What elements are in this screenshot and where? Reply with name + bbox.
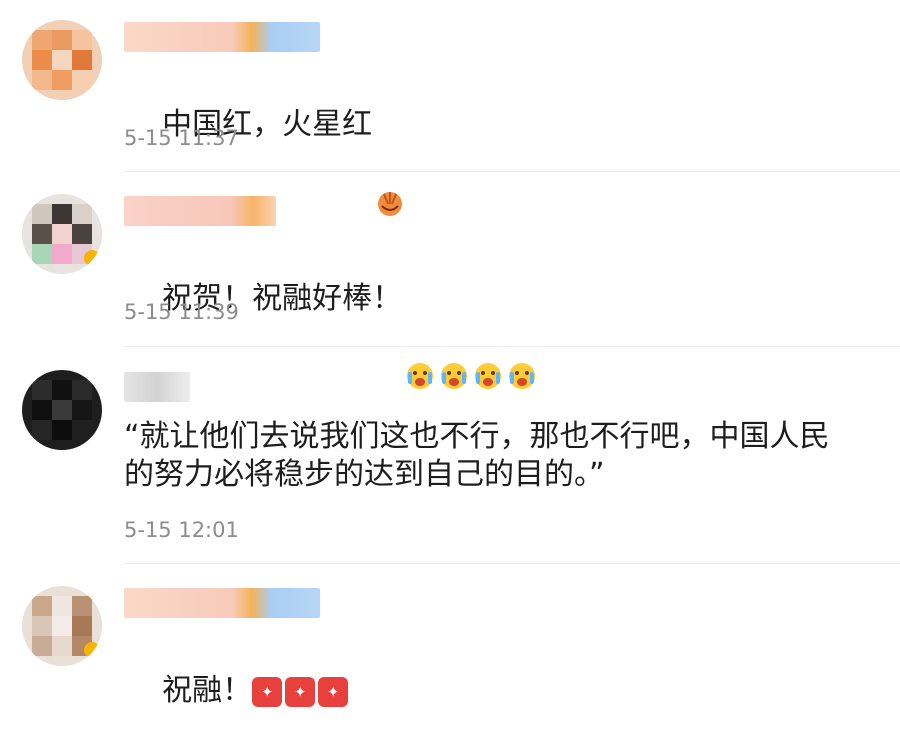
comment-text: “就让他们去说我们这也不行，那也不行吧，中国人民 的努力必将稳步的达到自己的目的… <box>124 419 830 492</box>
cheer-badge-icon: ✦ <box>252 676 283 707</box>
comment-time: 5-15 11:39 <box>124 300 239 324</box>
avatar[interactable] <box>22 370 102 450</box>
crying-face-icon <box>472 284 504 389</box>
cheer-badge-icon: ✦ <box>285 676 316 707</box>
cheer-badge-icon: ✦ <box>318 676 349 707</box>
clapping-hands-icon <box>374 110 406 216</box>
crying-face-icon <box>404 284 436 389</box>
divider <box>124 563 900 564</box>
vip-badge-icon <box>84 250 100 266</box>
avatar[interactable] <box>22 586 102 666</box>
comment-text: 中国红，火星红 <box>124 68 884 216</box>
divider <box>124 346 900 347</box>
vip-badge-icon <box>84 642 100 658</box>
comment-text: 祝贺！祝融好棒！ <box>124 242 884 389</box>
divider <box>124 171 900 172</box>
avatar[interactable] <box>22 20 102 100</box>
username-blurred[interactable] <box>124 588 320 618</box>
comment-time: 5-15 11:37 <box>124 126 239 150</box>
username-blurred[interactable] <box>124 372 190 402</box>
crying-face-icon <box>506 284 538 389</box>
crying-face-icon <box>438 284 470 389</box>
username-blurred[interactable] <box>124 196 276 226</box>
username-blurred[interactable] <box>124 22 320 52</box>
comment-time: 5-15 12:01 <box>124 518 239 542</box>
comment-text: 祝融！ ✦ ✦ ✦ <box>124 634 884 748</box>
avatar[interactable] <box>22 194 102 274</box>
